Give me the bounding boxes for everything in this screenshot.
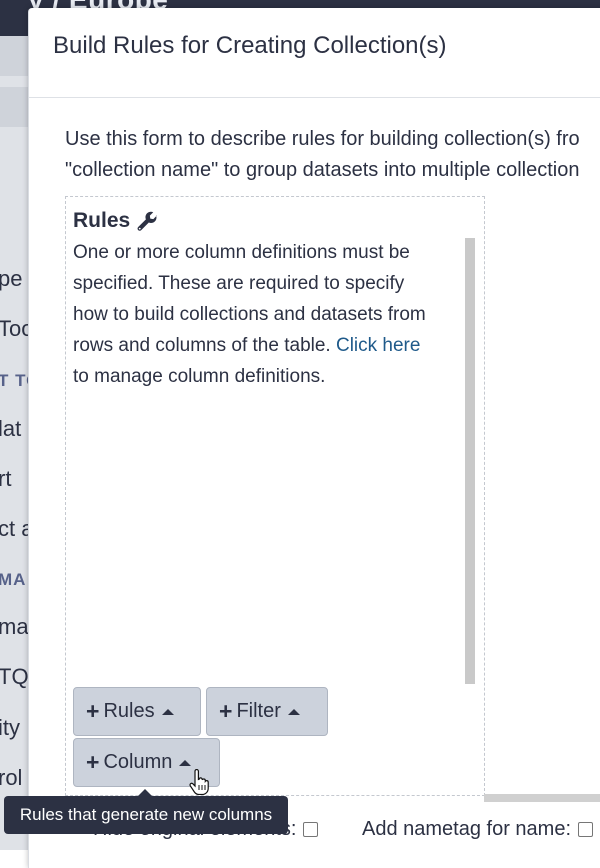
background-sidebar-item: TQ <box>0 664 28 689</box>
add-column-label: Column <box>103 751 173 773</box>
rules-message-line: to manage column definitions. <box>73 366 326 387</box>
plus-icon: + <box>86 749 100 775</box>
rules-message-line: specified. These are required to specify <box>73 273 405 294</box>
modal-intro: Use this form to describe rules for buil… <box>65 124 600 186</box>
rules-message-line: rows and columns of the table. Click her… <box>73 330 468 361</box>
rules-message-line: how to build collections and datasets fr… <box>73 304 426 325</box>
rules-message: One or more column definitions must be s… <box>73 237 468 392</box>
background-sidebar-heading: T TO <box>0 371 28 390</box>
background-sidebar-item: ct a <box>0 516 28 541</box>
rules-message-text: rows and columns of the table. <box>73 335 331 356</box>
wrench-icon[interactable] <box>136 210 158 232</box>
column-tooltip: Rules that generate new columns <box>4 796 288 834</box>
rules-scrollbar[interactable] <box>465 238 475 684</box>
caret-up-icon <box>179 759 192 766</box>
caret-up-icon <box>161 708 174 715</box>
add-rules-button[interactable]: + Rules <box>73 687 201 736</box>
background-sidebar-heading: MA <box>0 570 27 589</box>
plus-icon: + <box>86 698 100 724</box>
modal-title: Build Rules for Creating Collection(s) <box>53 32 447 59</box>
background-sidebar: pe Too T TO lat rt ct a MA ma TQ ity rol <box>0 36 28 850</box>
add-nametag-option: Add nametag for name: <box>362 818 594 841</box>
add-rules-label: Rules <box>103 700 155 722</box>
add-filter-button[interactable]: + Filter <box>206 687 328 736</box>
caret-up-icon <box>287 708 300 715</box>
modal-divider <box>29 97 600 98</box>
table-horizontal-scrollbar[interactable] <box>484 794 600 802</box>
add-filter-label: Filter <box>236 700 281 722</box>
background-sidebar-item: rt <box>0 466 12 491</box>
build-rules-modal: Build Rules for Creating Collection(s) U… <box>28 8 600 868</box>
background-sidebar-item: Too <box>0 316 28 341</box>
rules-heading: Rules <box>73 209 158 233</box>
plus-icon: + <box>219 698 233 724</box>
background-sidebar-item: ity <box>0 715 20 740</box>
background-sidebar-item: lat <box>0 416 22 441</box>
rules-panel: Rules One or more column definitions mus… <box>65 196 485 796</box>
add-nametag-checkbox[interactable] <box>578 822 594 837</box>
background-band <box>0 87 28 127</box>
intro-line: Use this form to describe rules for buil… <box>65 128 580 150</box>
background-band <box>0 36 28 76</box>
hide-original-checkbox[interactable] <box>303 822 319 837</box>
background-sidebar-item: ma <box>0 614 28 639</box>
background-sidebar-item: rol <box>0 765 23 790</box>
hand-pointer-icon <box>189 769 209 795</box>
rules-heading-label: Rules <box>73 209 131 232</box>
rules-message-line: One or more column definitions must be <box>73 242 410 263</box>
add-nametag-label: Add nametag for name: <box>362 818 572 840</box>
intro-line: "collection name" to group datasets into… <box>65 159 580 181</box>
manage-columns-link[interactable]: Click here <box>336 335 420 356</box>
background-sidebar-item: pe <box>0 266 23 291</box>
